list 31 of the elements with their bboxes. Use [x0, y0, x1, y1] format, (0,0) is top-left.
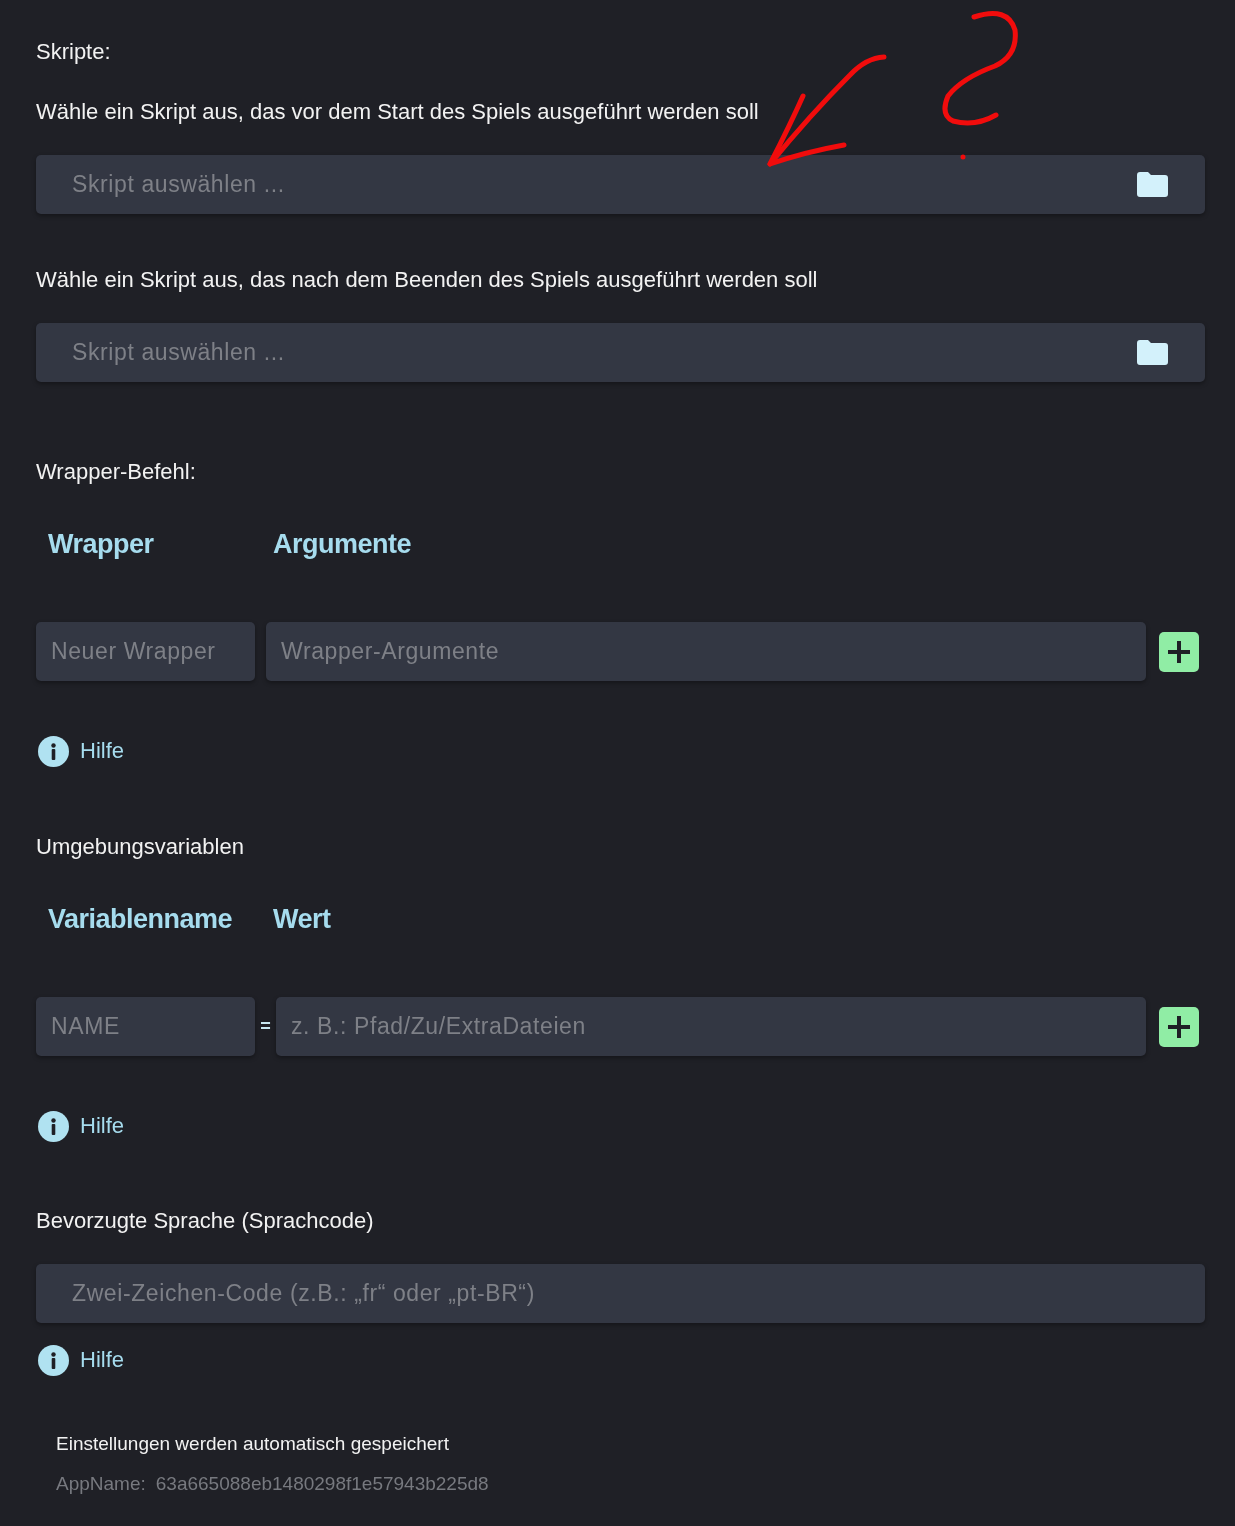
info-icon [38, 735, 69, 767]
add-button[interactable] [1159, 1006, 1199, 1047]
info-icon [38, 1110, 69, 1142]
input-field[interactable]: NAME [36, 997, 255, 1056]
app-name-label: AppName: [56, 1472, 146, 1496]
plus-icon [1167, 1014, 1191, 1039]
autosave-note: Einstellungen werden automatisch gespeichert [56, 1432, 449, 1456]
column-heading: Argumente [273, 528, 411, 560]
column-heading: Variablenname [48, 903, 234, 935]
section-title: Umgebungsvariablen [36, 833, 244, 861]
info-icon [38, 1344, 69, 1376]
column-heading: Wrapper [48, 528, 155, 560]
section-title: Skripte: [36, 38, 111, 66]
section-title: Bevorzugte Sprache (Sprachcode) [36, 1207, 374, 1235]
equals-sign: = [259, 1016, 272, 1037]
field-label: Wähle ein Skript aus, das nach dem Beenden des Spiels ausgeführt werden soll [36, 266, 818, 294]
input-field[interactable]: Wrapper-Argumente [266, 622, 1146, 681]
section-title: Wrapper-Befehl: [36, 458, 196, 486]
script-picker-field[interactable]: Skript auswählen ... [36, 155, 1205, 214]
script-picker-field[interactable]: Skript auswählen ... [36, 323, 1205, 382]
field-label: Wähle ein Skript aus, das vor dem Start des Spiels ausgeführt werden soll [36, 98, 759, 126]
app-name-value: 63a665088eb1480298f1e57943b225d8 [155, 1472, 489, 1496]
input-field[interactable]: Neuer Wrapper [36, 622, 255, 681]
plus-icon [1167, 639, 1191, 664]
add-button[interactable] [1159, 631, 1199, 672]
help-button[interactable]: Hilfe [36, 1110, 124, 1142]
input-field[interactable]: Zwei-Zeichen-Code (z.B.: „fr“ oder „pt-BR“) [36, 1264, 1205, 1323]
column-heading: Wert [273, 903, 331, 935]
help-button[interactable]: Hilfe [36, 1344, 124, 1376]
input-field[interactable]: z. B.: Pfad/Zu/ExtraDateien [276, 997, 1146, 1056]
help-button[interactable]: Hilfe [36, 735, 124, 767]
